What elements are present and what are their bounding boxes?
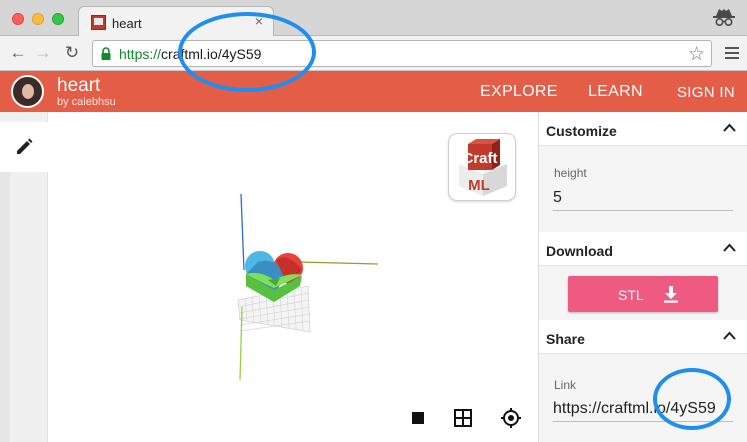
download-section: Download STL <box>539 232 747 320</box>
3d-viewport[interactable]: Craft ML <box>48 112 538 442</box>
z-axis <box>240 193 245 271</box>
sidebar-strip <box>0 172 10 442</box>
browser-toolbar: ← → ↻ https://craftml.io/4yS59 ☆ <box>0 36 747 71</box>
logo-cube-icon: Craft ML <box>459 139 507 196</box>
project-title: heart <box>57 75 101 96</box>
stl-download-button[interactable]: STL <box>568 276 718 312</box>
forward-arrow-icon[interactable]: → <box>33 43 53 63</box>
nav-explore-link[interactable]: EXPLORE <box>480 83 558 101</box>
pencil-icon <box>17 138 33 154</box>
browser-menu-icon[interactable] <box>725 47 739 59</box>
star-icon[interactable]: ☆ <box>688 43 705 66</box>
window-minimize-button[interactable] <box>32 13 44 25</box>
link-highlight-circle <box>653 368 731 430</box>
3d-model-scene[interactable] <box>218 182 398 402</box>
project-author[interactable]: by calebhsu <box>57 96 116 108</box>
customize-section: Customize height 5 <box>539 112 747 237</box>
height-input-underline <box>553 210 733 211</box>
window-maximize-button[interactable] <box>52 13 64 25</box>
download-icon <box>664 286 678 303</box>
stl-label: STL <box>618 287 644 303</box>
share-title: Share <box>546 331 585 347</box>
customize-body: height 5 <box>539 146 747 232</box>
chevron-up-icon[interactable] <box>723 243 736 253</box>
grid-toggle-icon[interactable] <box>452 407 474 429</box>
download-header[interactable]: Download <box>539 232 747 266</box>
reload-icon[interactable]: ↻ <box>62 43 82 63</box>
edit-tab[interactable] <box>0 122 48 172</box>
app-header: heart by calebhsu EXPLORE LEARN SIGN IN <box>0 71 747 112</box>
chevron-up-icon[interactable] <box>723 331 736 341</box>
link-label: Link <box>554 378 577 392</box>
share-header[interactable]: Share <box>539 320 747 354</box>
x-axis <box>297 261 379 265</box>
lock-icon <box>101 47 111 60</box>
avatar[interactable] <box>11 75 44 108</box>
tool-sidebar <box>0 112 48 442</box>
download-body: STL <box>539 266 747 320</box>
height-input[interactable]: 5 <box>553 189 562 207</box>
nav-signin-link[interactable]: SIGN IN <box>677 84 735 101</box>
url-highlight-circle <box>178 12 316 92</box>
nav-learn-link[interactable]: LEARN <box>588 83 643 101</box>
customize-header[interactable]: Customize <box>539 112 747 146</box>
favicon-icon <box>91 15 106 30</box>
stop-icon[interactable] <box>407 407 429 429</box>
window-close-button[interactable] <box>12 13 24 25</box>
logo-craft-text: Craft <box>462 150 497 167</box>
customize-title: Customize <box>546 123 617 139</box>
center-view-icon[interactable] <box>500 407 522 429</box>
browser-tab-bar: heart × <box>0 0 747 37</box>
back-arrow-icon[interactable]: ← <box>8 43 28 63</box>
height-label: height <box>554 166 587 180</box>
tab-title: heart <box>112 16 142 31</box>
logo-ml-text: ML <box>468 177 490 194</box>
download-title: Download <box>546 243 613 259</box>
craftml-logo: Craft ML <box>448 133 516 201</box>
incognito-icon <box>713 9 735 27</box>
chevron-up-icon[interactable] <box>723 123 736 133</box>
url-scheme: https:// <box>119 46 162 62</box>
